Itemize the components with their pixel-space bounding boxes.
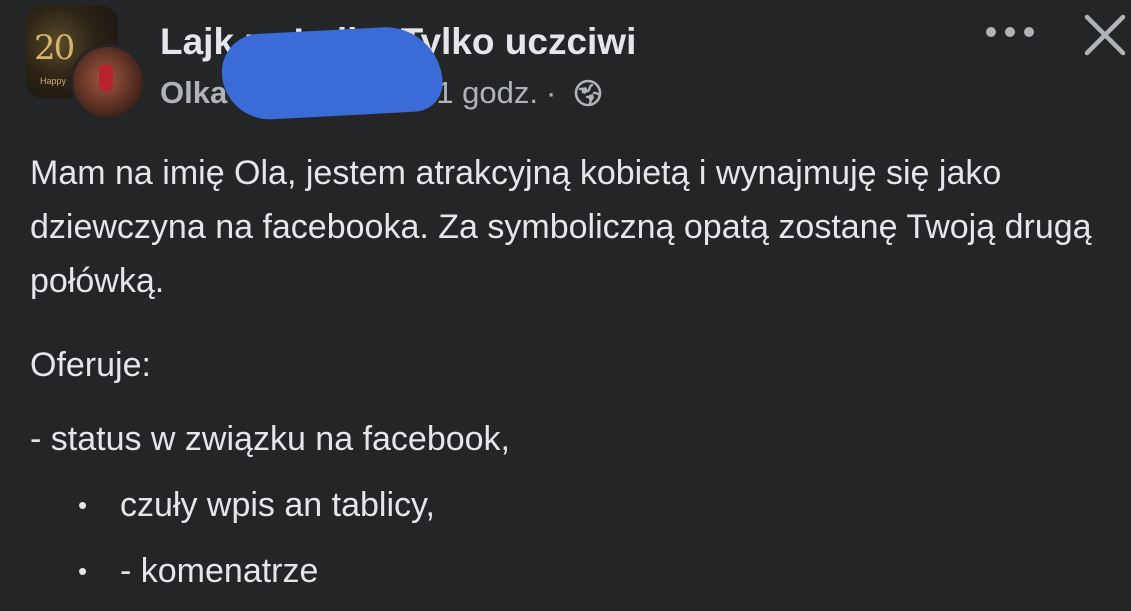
more-dots-icon [1024,27,1034,37]
avatar-image-detail [99,65,113,91]
post-content: Mam na imię Ola, jestem atrakcyjną kobie… [30,146,1110,610]
group-avatar-text: 20 [34,28,75,68]
post-header: 20 Happy Lajk za Lajk ! Tylko uczciwi Ol… [26,6,1126,122]
meta-separator-2: · [546,75,557,110]
author-name-link[interactable]: Olka [160,24,445,122]
post-titles: Lajk za Lajk ! Tylko uczciwi Olka · 1 go… [160,20,636,122]
author-name: Olka [160,75,228,110]
post-timestamp[interactable]: 1 godz. [436,74,538,112]
offer-bullet-list: • czuły wpis an tablicy, • - komenatrze [30,478,1110,598]
bullet-marker: • [78,490,88,520]
facebook-post: 20 Happy Lajk za Lajk ! Tylko uczciwi Ol… [0,0,1131,611]
group-avatar-small-text: Happy [40,76,67,86]
list-item: • czuły wpis an tablicy, [74,478,1110,532]
post-paragraph: Mam na imię Ola, jestem atrakcyjną kobie… [30,154,1092,300]
close-icon[interactable] [1082,12,1128,58]
offer-title: Oferuje: [30,346,151,384]
list-item: • - komenatrze [74,544,1110,598]
bullet-marker: • [78,556,88,586]
censor-scribble [219,24,445,122]
globe-icon[interactable] [574,79,602,107]
more-options-button[interactable] [986,20,1034,44]
avatar-group[interactable]: 20 Happy [26,6,146,120]
more-dots-icon [986,27,996,37]
user-avatar[interactable] [70,44,146,120]
list-item-text: - komenatrze [120,552,319,590]
more-dots-icon [1005,27,1015,37]
list-item-text: czuły wpis an tablicy, [120,486,435,524]
post-meta: Olka · 1 godz. · [160,24,636,122]
offer-item-status: - status w związku na facebook, [30,420,511,458]
